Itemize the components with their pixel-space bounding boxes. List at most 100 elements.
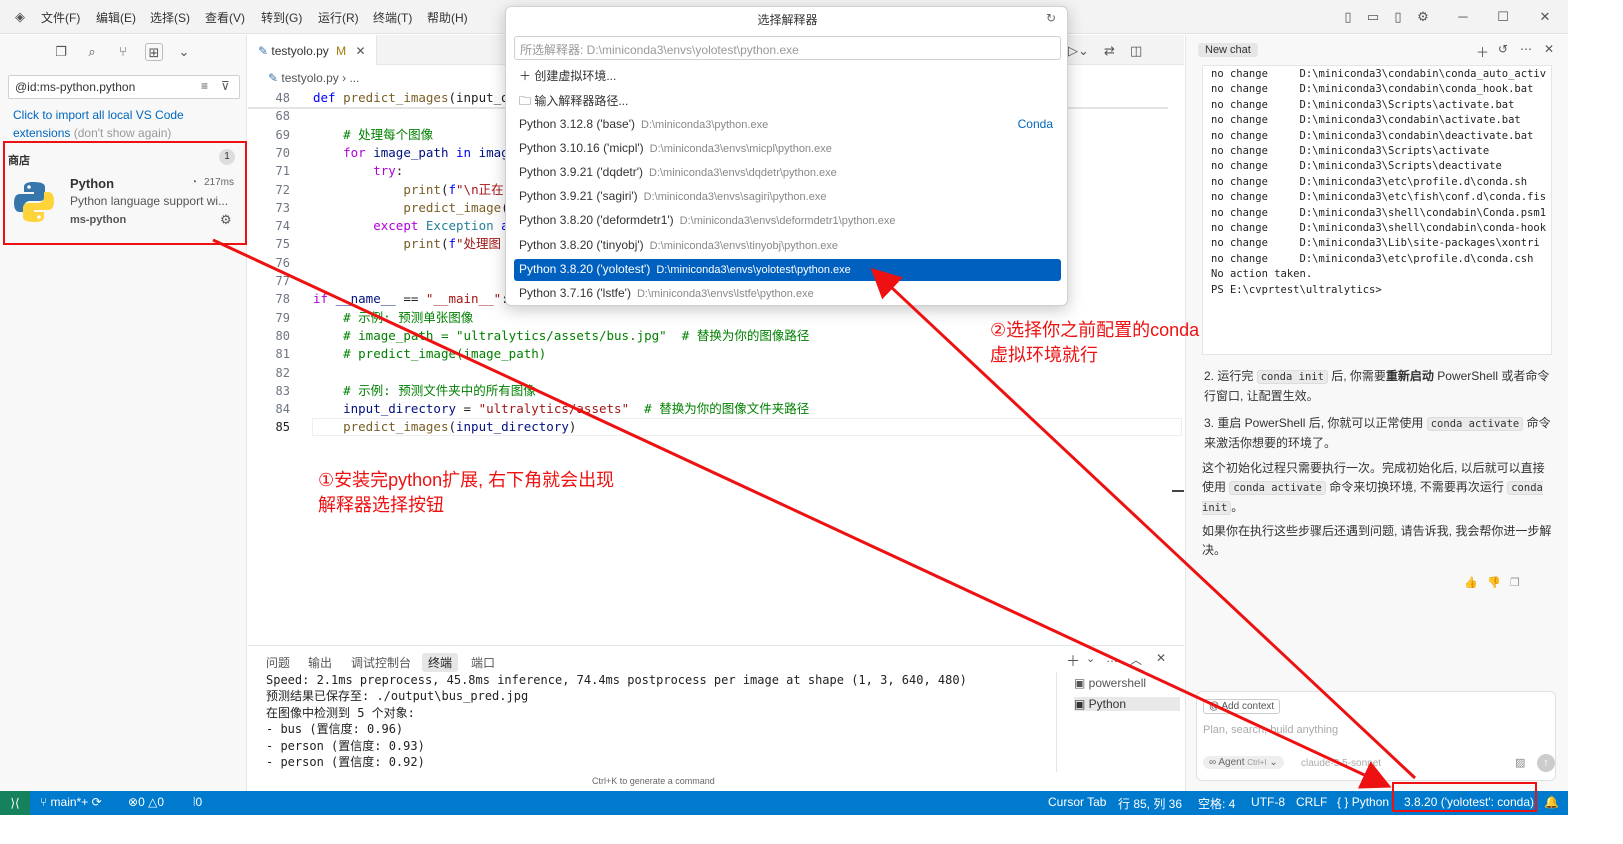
menu-file[interactable]: 文件(F)	[41, 9, 80, 26]
send-arrow-icon[interactable]: ↑	[1537, 754, 1555, 772]
menu-help[interactable]: 帮助(H)	[427, 9, 468, 26]
new-chat-plus-icon[interactable]: ＋	[1476, 42, 1489, 61]
extensions-icon[interactable]: ⊞	[145, 43, 163, 61]
python-extension-item[interactable]: Python ◔ 217ms Python language support w…	[8, 172, 244, 234]
interpreter-option-name: Python 3.10.16 ('micpl')	[519, 141, 644, 156]
code-line[interactable]: # 示例: 预测单张图像	[313, 309, 473, 327]
language-label: Python	[1351, 795, 1390, 809]
code-line[interactable]: # 处理每个图像	[313, 126, 433, 144]
source-control-icon[interactable]: ⑂	[114, 43, 132, 61]
picker-input[interactable]: 所选解释器: D:\miniconda3\envs\yolotest\pytho…	[514, 36, 1061, 60]
menu-selection[interactable]: 选择(S)	[150, 9, 190, 26]
explorer-icon[interactable]: ❐	[52, 43, 70, 61]
interpreter-option[interactable]: Python 3.9.21 ('dqdetr') D:\miniconda3\en…	[514, 162, 1061, 184]
menu-view[interactable]: 查看(V)	[205, 9, 245, 26]
code-line[interactable]: try:	[313, 162, 403, 180]
filter-icon[interactable]: ⊽	[221, 79, 230, 93]
toggle-sidebar-icon[interactable]: ▯	[1340, 9, 1356, 25]
close-panel-icon[interactable]: ✕	[1156, 651, 1166, 665]
interpreter-option[interactable]: Python 3.8.20 ('tinyobj') D:\miniconda3\e…	[514, 235, 1061, 257]
tab-ports[interactable]: 端口	[471, 654, 495, 671]
remote-icon[interactable]: ⟩⟨	[0, 791, 30, 815]
toggle-secondary-sidebar-icon[interactable]: ▯	[1390, 9, 1406, 25]
dont-show-again-link[interactable]: (don't show again)	[74, 126, 172, 140]
ports-indicator[interactable]: ⦚0	[193, 795, 202, 810]
image-icon[interactable]: ▨	[1515, 756, 1525, 769]
close-chat-icon[interactable]: ✕	[1544, 42, 1554, 56]
menu-run[interactable]: 运行(R)	[318, 9, 359, 26]
branch-indicator[interactable]: ⑂ main*+ ⟳	[40, 795, 102, 809]
tab-debug-console[interactable]: 调试控制台	[351, 654, 411, 671]
clear-filter-icon[interactable]: ≡	[201, 79, 208, 93]
chat-input-box[interactable]: @ Add context Plan, search, build anythi…	[1196, 691, 1556, 781]
maximize-panel-icon[interactable]: ︿	[1130, 651, 1142, 668]
code-line[interactable]: print(f"\n正在	[313, 181, 503, 199]
close-tab-icon[interactable]: ✕	[355, 44, 365, 58]
toggle-panel-icon[interactable]: ▭	[1365, 9, 1381, 25]
minimize-icon[interactable]: ─	[1455, 9, 1471, 25]
menu-edit[interactable]: 编辑(E)	[96, 9, 136, 26]
close-window-icon[interactable]: ✕	[1537, 9, 1553, 25]
code-line[interactable]: print(f"处理图	[313, 235, 501, 253]
menu-terminal[interactable]: 终端(T)	[373, 9, 412, 26]
history-icon[interactable]: ↺	[1498, 42, 1508, 56]
tab-testyolo[interactable]: ✎ testyolo.py M ✕	[248, 35, 377, 65]
code-line[interactable]: if __name__ == "__main__":	[313, 290, 509, 308]
code-line[interactable]: # image_path = "ultralytics/assets/bus.j…	[313, 327, 809, 345]
code-line[interactable]: predict_image(	[313, 199, 508, 217]
code-line[interactable]: for image_path in imag	[313, 144, 509, 162]
more-actions-icon[interactable]: …	[1106, 651, 1118, 665]
cursor-position[interactable]: 行 85, 列 36	[1118, 795, 1182, 812]
menu-go[interactable]: 转到(G)	[261, 9, 302, 26]
agent-mode-button[interactable]: ∞ Agent Ctrl+I ⌄	[1203, 756, 1284, 769]
chat-input-placeholder[interactable]: Plan, search, build anything	[1203, 724, 1338, 736]
tab-output[interactable]: 输出	[308, 654, 332, 671]
search-icon[interactable]: ⌕	[83, 43, 101, 61]
thumbs-down-icon[interactable]: 👎	[1487, 576, 1501, 589]
refresh-icon[interactable]: ↻	[1046, 11, 1056, 25]
line-ending[interactable]: CRLF	[1296, 795, 1327, 809]
code-line[interactable]: # predict_image(image_path)	[313, 345, 546, 363]
create-venv-option[interactable]: ＋ 创建虚拟环境...	[514, 64, 1061, 86]
terminal-item-powershell[interactable]: ▣ powershell	[1074, 676, 1146, 690]
interpreter-option[interactable]: Python 3.10.16 ('micpl') D:\miniconda3\en…	[514, 138, 1061, 160]
interpreter-option[interactable]: Python 3.8.20 ('deformdetr1') D:\minicond…	[514, 210, 1061, 232]
notifications-bell-icon[interactable]: 🔔	[1544, 795, 1559, 809]
copy-icon[interactable]: ❐	[1510, 576, 1520, 589]
language-mode[interactable]: { } Python	[1337, 795, 1389, 809]
scrollbar-marker[interactable]	[1172, 490, 1184, 492]
code-line[interactable]: def predict_images(input_d	[313, 89, 509, 107]
interpreter-option[interactable]: Python 3.8.20 ('yolotest') D:\miniconda3\…	[514, 258, 1061, 281]
settings-gear-icon[interactable]: ⚙	[1415, 9, 1431, 25]
code-line[interactable]: input_directory = "ultralytics/assets" #…	[313, 400, 809, 418]
interpreter-option[interactable]: Python 3.7.16 ('lstfe') D:\miniconda3\env…	[514, 283, 1061, 305]
tab-problems[interactable]: 问题	[266, 654, 290, 671]
terminal-dropdown-icon[interactable]: ⌄	[1086, 652, 1095, 665]
cursor-tab-status[interactable]: Cursor Tab	[1048, 795, 1106, 809]
code-line[interactable]: # 示例: 预测文件夹中的所有图像	[313, 382, 536, 400]
breadcrumb-file[interactable]: testyolo.py	[281, 71, 338, 85]
enter-path-option[interactable]: 🗀 输入解释器路径...	[514, 89, 1061, 111]
code-line[interactable]: except Exception a	[313, 217, 508, 235]
extension-settings-gear-icon[interactable]: ⚙	[220, 212, 232, 228]
extension-search-input[interactable]: @id:ms-python.python ≡ ⊽	[8, 75, 240, 99]
tab-terminal[interactable]: 终端	[422, 653, 459, 672]
maximize-icon[interactable]: ☐	[1495, 9, 1511, 25]
interpreter-option[interactable]: Python 3.12.8 ('base') D:\miniconda3\pyth…	[514, 114, 1061, 136]
model-selector[interactable]: claude-3.5-sonnet	[1301, 758, 1381, 769]
terminal-item-python[interactable]: ▣ Python	[1074, 697, 1180, 711]
more-icon[interactable]: ⋯	[1520, 42, 1532, 56]
compare-icon[interactable]: ⇄	[1104, 43, 1115, 59]
indentation[interactable]: 空格: 4	[1198, 795, 1235, 812]
tab-new-chat[interactable]: New chat	[1198, 43, 1258, 57]
encoding[interactable]: UTF-8	[1251, 795, 1285, 809]
breadcrumb-more[interactable]: ...	[349, 71, 359, 85]
run-icon[interactable]: ▷⌄	[1068, 43, 1089, 59]
new-terminal-icon[interactable]: ＋	[1066, 651, 1080, 671]
interpreter-option[interactable]: Python 3.9.21 ('sagiri') D:\miniconda3\en…	[514, 186, 1061, 208]
chevron-down-icon[interactable]: ⌄	[175, 43, 193, 61]
add-context-button[interactable]: @ Add context	[1203, 699, 1281, 714]
split-editor-icon[interactable]: ◫	[1130, 43, 1142, 59]
thumbs-up-icon[interactable]: 👍	[1464, 576, 1478, 589]
problems-indicator[interactable]: ⊗0 △0	[128, 795, 164, 809]
